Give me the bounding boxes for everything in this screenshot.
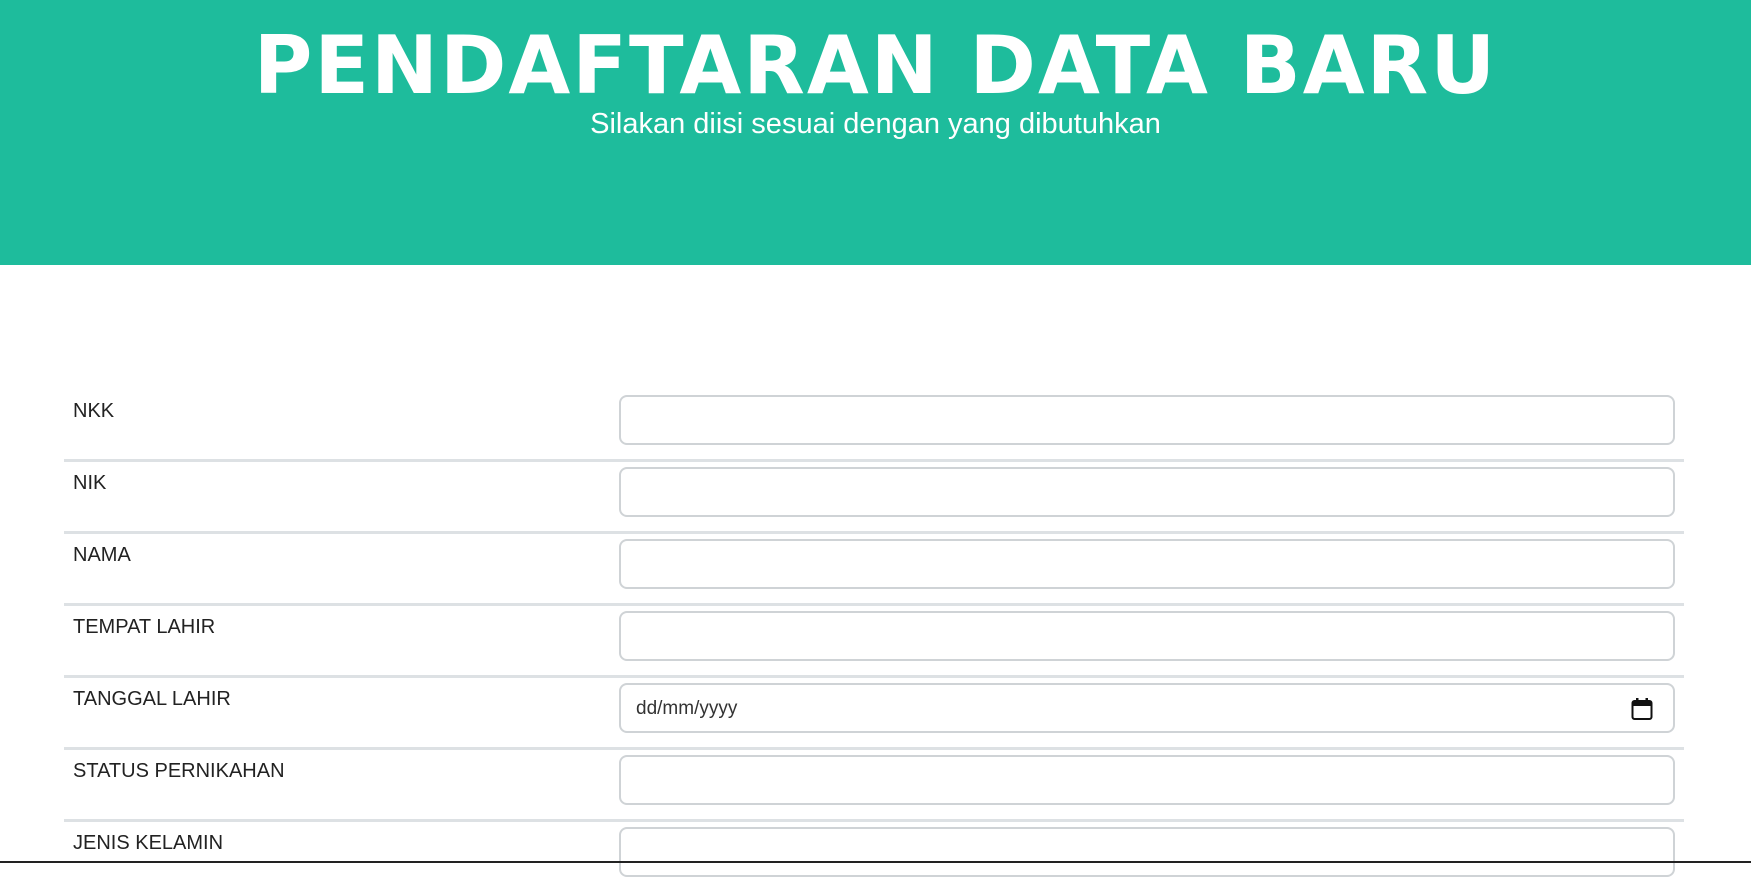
date-placeholder: dd/mm/yyyy — [636, 698, 738, 719]
form-row-status-pernikahan: STATUS PERNIKAHAN — [64, 750, 1684, 822]
page-title: PENDAFTARAN DATA BARU — [253, 19, 1498, 112]
tempat-lahir-input[interactable] — [619, 611, 1675, 661]
registration-form: NKK NIK NAMA TEMPAT LAHIR TANGGAL LAHIR … — [64, 390, 1684, 894]
status-pernikahan-label: STATUS PERNIKAHAN — [73, 760, 285, 782]
jenis-kelamin-label: JENIS KELAMIN — [73, 832, 224, 854]
form-row-nama: NAMA — [64, 534, 1684, 606]
nkk-input[interactable] — [619, 395, 1675, 445]
nkk-label: NKK — [73, 400, 115, 422]
tanggal-lahir-label: TANGGAL LAHIR — [73, 688, 231, 710]
nik-input[interactable] — [619, 467, 1675, 517]
form-row-nkk: NKK — [64, 390, 1684, 462]
nama-input[interactable] — [619, 539, 1675, 589]
nama-label: NAMA — [73, 544, 131, 566]
jenis-kelamin-input[interactable] — [619, 827, 1675, 877]
nik-label: NIK — [73, 472, 107, 494]
calendar-icon[interactable] — [1631, 697, 1653, 721]
status-pernikahan-input[interactable] — [619, 755, 1675, 805]
page-subtitle: Silakan diisi sesuai dengan yang dibutuh… — [590, 108, 1161, 140]
form-row-nik: NIK — [64, 462, 1684, 534]
form-row-tempat-lahir: TEMPAT LAHIR — [64, 606, 1684, 678]
page-header: PENDAFTARAN DATA BARU Silakan diisi sesu… — [0, 0, 1751, 265]
form-row-tanggal-lahir: TANGGAL LAHIR dd/mm/yyyy — [64, 678, 1684, 750]
form-row-jenis-kelamin: JENIS KELAMIN — [64, 822, 1684, 894]
tempat-lahir-label: TEMPAT LAHIR — [73, 616, 216, 638]
tanggal-lahir-input[interactable]: dd/mm/yyyy — [619, 683, 1675, 733]
